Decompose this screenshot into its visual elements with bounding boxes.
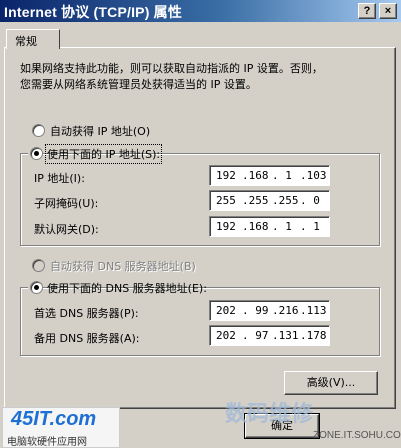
title-bar: Internet 协议 (TCP/IP) 属性 ? ×	[0, 0, 401, 22]
dns-manual-option[interactable]: 使用下面的 DNS 服务器地址(E):	[28, 279, 207, 295]
help-button[interactable]: ?	[358, 3, 376, 19]
preferred-dns-field[interactable]: 202 . 99 .216 .113	[209, 300, 330, 321]
ip-auto-label[interactable]: 自动获得 IP 地址(O)	[50, 123, 150, 139]
dns-auto-radio[interactable]	[32, 259, 45, 272]
alternate-dns-label: 备用 DNS 服务器(A):	[34, 332, 140, 345]
ip-manual-radio[interactable]	[30, 147, 43, 160]
description-text: 如果网络支持此功能，则可以获取自动指派的 IP 设置。否则， 您需要从网络系统管…	[20, 62, 323, 91]
default-gateway-field[interactable]: 192 .168 . 1 . 1	[209, 216, 330, 237]
subnet-mask-label: 子网掩码(U):	[34, 197, 99, 210]
close-button[interactable]: ×	[379, 3, 397, 19]
default-gateway-label: 默认网关(D):	[34, 223, 99, 236]
ip-address-label: IP 地址(I):	[34, 172, 85, 185]
advanced-button[interactable]: 高级(V)...	[284, 371, 378, 395]
preferred-dns-label: 首选 DNS 服务器(P):	[34, 307, 139, 320]
watermark-url: ZONE.IT.SOHU.COM	[313, 430, 401, 441]
alternate-dns-field[interactable]: 202 . 97 .131 .178	[209, 325, 330, 346]
ip-address-field[interactable]: 192 .168 . 1 .103	[209, 165, 330, 186]
site-logo-text: 45IT.com	[11, 408, 97, 430]
dns-manual-radio[interactable]	[30, 281, 43, 294]
site-logo: 45IT.com 电脑软硬件应用网	[2, 407, 120, 448]
watermark-text: 数码维修	[225, 402, 314, 427]
window-title: Internet 协议 (TCP/IP) 属性	[4, 4, 183, 20]
ip-auto-radio[interactable]	[32, 124, 45, 137]
dns-manual-label[interactable]: 使用下面的 DNS 服务器地址(E):	[47, 280, 207, 296]
ip-manual-option[interactable]: 使用下面的 IP 地址(S):	[28, 144, 163, 164]
ip-manual-label[interactable]: 使用下面的 IP 地址(S):	[44, 144, 163, 164]
tab-general-label: 常规	[15, 35, 37, 48]
tab-general[interactable]: 常规	[6, 29, 60, 49]
dns-auto-label[interactable]: 自动获得 DNS 服务器地址(B)	[50, 258, 196, 274]
subnet-mask-field[interactable]: 255 .255 .255 . 0	[209, 190, 330, 211]
